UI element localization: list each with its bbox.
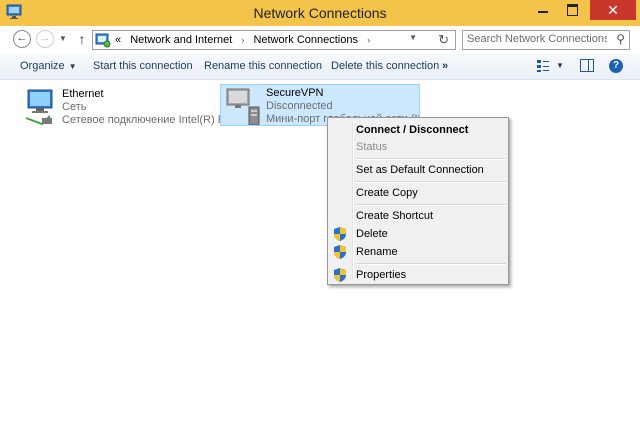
connection-name: Ethernet xyxy=(62,88,104,100)
maximize-button[interactable] xyxy=(558,0,588,20)
title-bar: Network Connections ✕ xyxy=(0,0,640,26)
up-button[interactable]: ↑ xyxy=(74,30,90,48)
menu-item-label: Create Shortcut xyxy=(356,210,434,222)
connection-item-ethernet[interactable]: Ethernet Сеть Сетевое подключение Intel(… xyxy=(18,84,233,128)
view-options-chevron-down-icon[interactable]: ▼ xyxy=(556,61,564,70)
menu-item-label: Create Copy xyxy=(356,187,418,199)
breadcrumb-separator[interactable]: › xyxy=(367,35,370,45)
control-panel-icon xyxy=(95,33,111,48)
search-icon[interactable]: ⚲ xyxy=(616,32,625,46)
rename-connection-button[interactable]: Rename this connection xyxy=(204,60,322,72)
organize-label: Organize xyxy=(20,60,65,72)
breadcrumb: « Network and Internet › Network Connect… xyxy=(115,34,376,46)
menu-item-connect-disconnect[interactable]: Connect / Disconnect xyxy=(330,121,506,139)
back-button[interactable]: ← xyxy=(13,30,31,48)
preview-pane-icon[interactable] xyxy=(580,59,594,72)
start-connection-button[interactable]: Start this connection xyxy=(93,60,193,72)
uac-shield-icon xyxy=(334,268,346,282)
menu-item-label: Status xyxy=(356,141,388,153)
menu-item-label: Properties xyxy=(356,269,407,281)
menu-item-status[interactable]: Status xyxy=(330,138,506,156)
minimize-button[interactable] xyxy=(528,0,558,20)
breadcrumb-network-connections[interactable]: Network Connections xyxy=(253,34,358,46)
menu-separator xyxy=(356,263,506,265)
menu-item-label: Connect / Disconnect xyxy=(356,124,469,136)
menu-separator xyxy=(356,204,506,206)
menu-separator xyxy=(356,158,506,160)
search-input[interactable] xyxy=(467,33,607,45)
address-row: ← → ▼ ↑ « Network and Internet › Network… xyxy=(0,26,640,54)
context-menu: Connect / Disconnect Status Set as Defau… xyxy=(327,117,509,285)
menu-item-rename[interactable]: Rename xyxy=(330,243,506,261)
connection-name: SecureVPN xyxy=(266,87,324,99)
address-dropdown-chevron-down-icon[interactable]: ▼ xyxy=(409,33,417,42)
change-view-icon[interactable] xyxy=(536,59,550,73)
menu-item-create-shortcut[interactable]: Create Shortcut xyxy=(330,207,506,225)
connection-status: Сеть xyxy=(62,101,87,113)
close-button[interactable]: ✕ xyxy=(590,0,636,20)
command-bar: Organize ▼ Start this connection Rename t… xyxy=(0,54,640,80)
uac-shield-icon xyxy=(334,227,346,241)
delete-connection-button[interactable]: Delete this connection xyxy=(331,60,439,72)
help-icon[interactable]: ? xyxy=(609,59,623,73)
connections-list: Ethernet Сеть Сетевое подключение Intel(… xyxy=(0,80,640,430)
menu-separator xyxy=(356,181,506,183)
forward-button[interactable]: → xyxy=(36,30,54,48)
connection-text: Ethernet Сеть Сетевое подключение Intel(… xyxy=(62,88,233,127)
refresh-icon[interactable]: ↻ xyxy=(438,32,449,48)
breadcrumb-overflow[interactable]: « xyxy=(115,34,121,46)
connection-status: Disconnected xyxy=(266,100,333,112)
uac-shield-icon xyxy=(334,245,346,259)
breadcrumb-network-and-internet[interactable]: Network and Internet xyxy=(130,34,232,46)
menu-item-label: Delete xyxy=(356,228,388,240)
address-bar[interactable]: « Network and Internet › Network Connect… xyxy=(92,30,456,50)
menu-item-label: Rename xyxy=(356,246,398,258)
organize-menu-button[interactable]: Organize ▼ xyxy=(20,60,77,72)
menu-item-properties[interactable]: Properties xyxy=(330,266,506,284)
ethernet-adapter-icon xyxy=(25,89,53,126)
menu-item-create-copy[interactable]: Create Copy xyxy=(330,184,506,202)
search-box[interactable]: ⚲ xyxy=(462,30,630,50)
menu-item-delete[interactable]: Delete xyxy=(330,225,506,243)
recent-locations-chevron-down-icon[interactable]: ▼ xyxy=(59,34,67,43)
breadcrumb-separator[interactable]: › xyxy=(241,35,244,45)
connection-device: Сетевое подключение Intel(R) P... xyxy=(62,114,233,126)
menu-item-set-as-default[interactable]: Set as Default Connection xyxy=(330,161,506,179)
menu-item-label: Set as Default Connection xyxy=(356,164,484,176)
organize-chevron-down-icon: ▼ xyxy=(68,62,77,71)
vpn-connection-icon xyxy=(226,88,260,125)
more-commands-button[interactable]: » xyxy=(442,60,448,72)
